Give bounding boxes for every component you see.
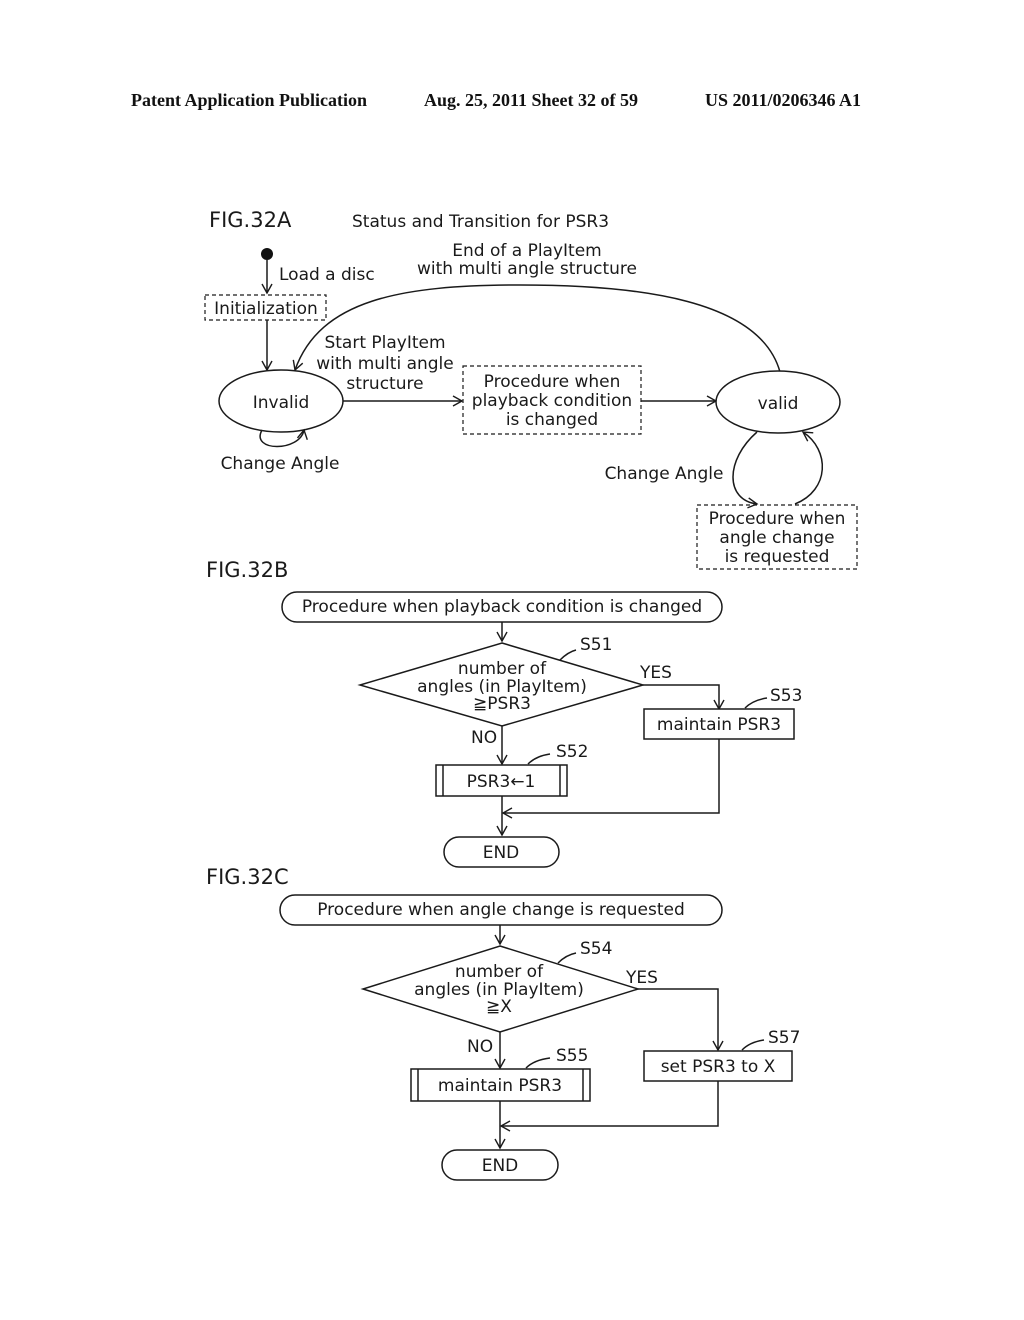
- fig32c-flowchart: FIG.32C Procedure when angle change is r…: [206, 865, 800, 1181]
- fig32a-label: FIG.32A: [209, 208, 292, 232]
- procedure-playback-label-3: is changed: [506, 410, 598, 430]
- load-disc-label: Load a disc: [279, 265, 375, 285]
- fig32c-yes-label: YES: [625, 968, 658, 988]
- fig32c-step-s57: S57: [768, 1028, 800, 1048]
- valid-state-label: valid: [758, 394, 799, 414]
- start-playitem-label-3: structure: [346, 374, 423, 394]
- fig32b-s52-leader: [527, 753, 551, 765]
- fig32b-label: FIG.32B: [206, 558, 288, 582]
- fig32b-yes-label: YES: [639, 663, 672, 683]
- fig32c-decision-line-1: number of: [455, 962, 544, 982]
- fig32c-no-label: NO: [467, 1037, 493, 1057]
- fig32b-s53-leader: [744, 697, 768, 709]
- fig32c-start-label: Procedure when angle change is requested: [317, 900, 685, 920]
- fig32c-s57-leader: [741, 1039, 765, 1051]
- fig32b-no-label: NO: [471, 728, 497, 748]
- fig32c-s54-leader: [557, 952, 577, 964]
- procedure-angle-label-2: angle change: [719, 528, 834, 548]
- fig32c-no-box-label: maintain PSR3: [438, 1076, 562, 1096]
- fig32b-no-box-label: PSR3←1: [467, 772, 536, 792]
- fig32b-start-label: Procedure when playback condition is cha…: [302, 597, 702, 617]
- procedure-playback-label-1: Procedure when: [484, 372, 621, 392]
- fig32a-state-diagram: FIG.32A Status and Transition for PSR3 L…: [204, 208, 858, 570]
- fig32b-s51-leader: [559, 649, 577, 661]
- fig32c-s55-leader: [525, 1057, 551, 1069]
- fig32c-end-label: END: [482, 1156, 519, 1176]
- valid-to-angle-proc-arc: [732, 431, 759, 509]
- fig32b-flowchart: FIG.32B Procedure when playback conditio…: [206, 558, 802, 868]
- fig32c-label: FIG.32C: [206, 865, 289, 889]
- fig32b-yes-arrow: [643, 684, 725, 711]
- start-playitem-label-2: with multi angle: [316, 354, 454, 374]
- fig32b-end-label: END: [483, 843, 520, 863]
- fig32b-step-s51: S51: [580, 635, 612, 655]
- start-playitem-label-1: Start PlayItem: [324, 333, 445, 353]
- initialization-label: Initialization: [214, 299, 318, 319]
- fig32b-step-s53: S53: [770, 686, 802, 706]
- fig32b-yes-box-label: maintain PSR3: [657, 715, 781, 735]
- fig32c-step-s55: S55: [556, 1046, 588, 1066]
- fig32b-decision-line-1: number of: [458, 659, 547, 679]
- fig32a-title: Status and Transition for PSR3: [352, 212, 609, 232]
- procedure-playback-label-2: playback condition: [472, 391, 632, 411]
- fig32b-step-s52: S52: [556, 742, 588, 762]
- procedure-angle-label-1: Procedure when: [709, 509, 846, 529]
- fig32c-yes-box-label: set PSR3 to X: [661, 1057, 776, 1077]
- change-angle-right-label: Change Angle: [605, 464, 724, 484]
- angle-proc-to-valid-arc: [794, 431, 824, 505]
- invalid-state-label: Invalid: [253, 393, 310, 413]
- end-playitem-label-1: End of a PlayItem: [452, 241, 601, 261]
- patent-figure-canvas: FIG.32A Status and Transition for PSR3 L…: [204, 208, 858, 1181]
- fig32c-yes-arrow: [638, 988, 724, 1052]
- fig32c-step-s54: S54: [580, 939, 612, 959]
- procedure-angle-label-3: is requested: [725, 547, 830, 567]
- fig32c-decision-line-3: ≧X: [486, 997, 512, 1017]
- fig32b-decision-line-3: ≧PSR3: [473, 694, 531, 714]
- change-angle-left-label: Change Angle: [221, 454, 340, 474]
- end-playitem-label-2: with multi angle structure: [417, 259, 637, 279]
- initial-state-dot: [261, 248, 273, 260]
